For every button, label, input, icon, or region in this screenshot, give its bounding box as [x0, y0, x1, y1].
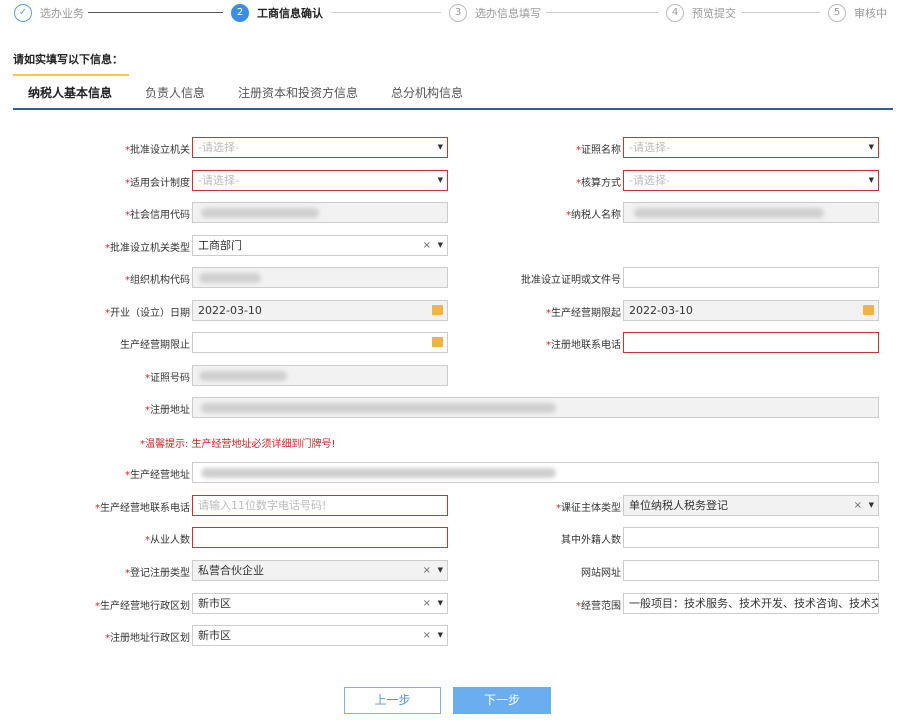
calendar-icon[interactable]	[863, 305, 874, 315]
clear-icon[interactable]: ×	[423, 561, 431, 580]
calendar-icon[interactable]	[432, 305, 443, 315]
license-name-label: *证照名称	[576, 145, 621, 156]
opening-date-field[interactable]: 2022-03-10	[192, 300, 448, 321]
next-button[interactable]: 下一步	[453, 687, 551, 714]
tax-subject-type-select[interactable]: 单位纳税人税务登记 × ▼	[623, 495, 879, 516]
tab-taxpayer-basic-info[interactable]: 纳税人基本信息	[28, 84, 112, 101]
approval-authority-select[interactable]: -请选择- ▼	[192, 137, 448, 158]
taxpayer-name-field[interactable]	[623, 202, 879, 223]
redacted-text	[634, 208, 824, 218]
credit-code-label: *社会信用代码	[125, 210, 190, 221]
org-code-field[interactable]	[192, 267, 448, 288]
tab-underline	[13, 108, 893, 110]
employee-count-label: *从业人数	[145, 535, 190, 546]
step-5-label: 审核中	[854, 7, 887, 20]
website-label: 网站网址	[581, 568, 621, 579]
chevron-down-icon: ▼	[437, 143, 443, 151]
address-warning: *温馨提示: 生产经营地址必须详细到门牌号!	[140, 439, 336, 450]
business-phone-label: *生产经营地联系电话	[95, 503, 190, 514]
business-phone-input[interactable]: 请输入11位数字电话号码!	[192, 495, 448, 516]
approval-authority-type-label: *批准设立机关类型	[105, 243, 190, 254]
business-address-label: *生产经营地址	[125, 470, 190, 481]
credit-code-field[interactable]	[192, 202, 448, 223]
tab-active-indicator	[13, 74, 129, 76]
instruction-text: 请如实填写以下信息：	[13, 53, 123, 66]
step-3-number: 3	[449, 4, 467, 22]
reg-region-select[interactable]: 新市区 × ▼	[192, 625, 448, 646]
step-4-label: 预览提交	[692, 7, 736, 20]
business-address-input[interactable]	[192, 462, 879, 483]
operation-end-label: 生产经营期限止	[120, 340, 190, 351]
clear-icon[interactable]: ×	[854, 496, 862, 515]
accounting-method-select[interactable]: -请选择- ▼	[623, 170, 879, 191]
approval-doc-number-label: 批准设立证明或文件号	[521, 275, 621, 286]
approval-doc-number-input[interactable]	[623, 267, 879, 288]
operation-end-field[interactable]	[192, 332, 448, 353]
redacted-text	[201, 468, 556, 478]
reg-phone-label: *注册地联系电话	[546, 340, 621, 351]
chevron-down-icon: ▼	[437, 599, 443, 607]
taxpayer-name-label: *纳税人名称	[566, 210, 621, 221]
opening-date-label: *开业（设立）日期	[105, 308, 190, 319]
step-2-label: 工商信息确认	[257, 7, 323, 20]
registration-type-label: *登记注册类型	[125, 568, 190, 579]
chevron-down-icon: ▼	[868, 501, 874, 509]
step-connector	[331, 12, 441, 13]
license-number-label: *证照号码	[145, 373, 190, 384]
chevron-down-icon: ▼	[437, 241, 443, 249]
business-scope-label: *经营范围	[576, 601, 621, 612]
step-3-label: 选办信息填写	[475, 7, 541, 20]
chevron-down-icon: ▼	[437, 631, 443, 639]
clear-icon[interactable]: ×	[423, 626, 431, 645]
step-4-number: 4	[666, 4, 684, 22]
license-number-field[interactable]	[192, 365, 448, 386]
reg-address-field[interactable]	[192, 397, 879, 418]
employee-count-input[interactable]	[192, 527, 448, 548]
business-scope-field[interactable]: 一般项目：技术服务、技术开发、技术咨询、技术交流	[623, 593, 879, 614]
approval-authority-type-select[interactable]: 工商部门 × ▼	[192, 235, 448, 256]
accounting-method-label: *核算方式	[576, 178, 621, 189]
chevron-down-icon: ▼	[437, 566, 443, 574]
redacted-text	[201, 208, 319, 218]
step-connector	[742, 12, 820, 13]
foreign-employee-input[interactable]	[623, 527, 879, 548]
reg-phone-input[interactable]	[623, 332, 879, 353]
org-code-label: *组织机构代码	[125, 275, 190, 286]
redacted-text	[199, 371, 287, 381]
step-1-label: 选办业务	[40, 7, 84, 20]
step-check-icon: ✓	[14, 4, 32, 22]
website-input[interactable]	[623, 560, 879, 581]
accounting-system-label: *适用会计制度	[125, 178, 190, 189]
operation-start-field[interactable]: 2022-03-10	[623, 300, 879, 321]
clear-icon[interactable]: ×	[423, 594, 431, 613]
reg-address-label: *注册地址	[145, 405, 190, 416]
foreign-employee-label: 其中外籍人数	[561, 535, 621, 546]
chevron-down-icon: ▼	[868, 143, 874, 151]
operation-start-label: *生产经营期限起	[546, 308, 621, 319]
step-5-number: 5	[828, 4, 846, 22]
business-region-select[interactable]: 新市区 × ▼	[192, 593, 448, 614]
reg-region-label: *注册地址行政区划	[105, 633, 190, 644]
business-region-label: *生产经营地行政区划	[95, 601, 190, 612]
step-connector	[88, 12, 223, 13]
tax-subject-type-label: *课征主体类型	[556, 503, 621, 514]
clear-icon[interactable]: ×	[423, 236, 431, 255]
chevron-down-icon: ▼	[868, 176, 874, 184]
approval-authority-label: *批准设立机关	[125, 145, 190, 156]
step-connector	[546, 12, 658, 13]
tab-branch-info[interactable]: 总分机构信息	[391, 84, 463, 101]
prev-button[interactable]: 上一步	[344, 687, 441, 714]
registration-type-select[interactable]: 私营合伙企业 × ▼	[192, 560, 448, 581]
calendar-icon[interactable]	[432, 337, 443, 347]
redacted-text	[199, 273, 261, 283]
tab-responsible-person[interactable]: 负责人信息	[145, 84, 205, 101]
step-2-number: 2	[231, 4, 249, 22]
tab-capital-investors[interactable]: 注册资本和投资方信息	[238, 84, 358, 101]
accounting-system-select[interactable]: -请选择- ▼	[192, 170, 448, 191]
license-name-select[interactable]: -请选择- ▼	[623, 137, 879, 158]
redacted-text	[201, 403, 556, 413]
chevron-down-icon: ▼	[437, 176, 443, 184]
